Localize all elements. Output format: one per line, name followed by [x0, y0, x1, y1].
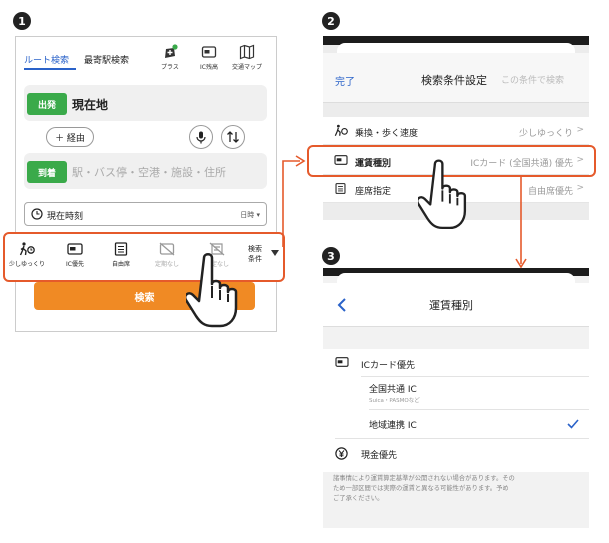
option-walk-speed-label: 少しゆっくり — [8, 261, 45, 268]
checkmark-icon — [567, 419, 579, 429]
add-via-button[interactable]: ＋ 経由 — [46, 127, 94, 147]
depart-tag: 出発 — [27, 93, 67, 115]
arrive-row[interactable]: 到着 駅・バス停・空港・施設・住所 — [24, 153, 267, 189]
fare-disclaimer: 諸事情により運賃算定基準が公開されない場合があります。その ため一部区間では実際… — [333, 475, 515, 502]
settings-row-walk-speed[interactable]: 乗換・歩く速度 少しゆっくり > — [323, 117, 589, 145]
option-walk-speed[interactable]: 少しゆっくり — [7, 242, 47, 268]
ic-card-icon — [335, 357, 349, 367]
seat-label: 座席指定 — [355, 187, 392, 197]
sheet-edge — [337, 273, 575, 283]
tab-icon-ic-balance[interactable]: IC残高 — [192, 44, 226, 71]
chevron-right-icon: > — [576, 183, 584, 193]
time-mode-dropdown[interactable]: 日時 ▾ — [240, 210, 260, 220]
tab-icon-transit-map[interactable]: 交通マップ — [230, 44, 264, 71]
tab-icon-map-label: 交通マップ — [231, 64, 262, 71]
tab-icon-plus[interactable]: プラス — [153, 44, 187, 71]
more-conditions-button[interactable]: 検索 条件 — [245, 244, 283, 272]
seat-value: 自由席優先 — [527, 187, 573, 197]
time-selector[interactable]: 現在時刻 日時 ▾ — [24, 202, 267, 226]
hand-pointer-icon — [186, 253, 238, 328]
option-unreserved-seat[interactable]: 自由席 — [101, 242, 141, 268]
chevron-right-icon: > — [576, 125, 584, 135]
top-tabs: ルート検索 最寄駅検索 プラス IC残高 交通マップ — [16, 37, 276, 73]
ic-card-icon — [67, 243, 83, 255]
voice-input-button[interactable] — [189, 125, 213, 149]
back-chevron-icon[interactable] — [337, 298, 347, 312]
arrowhead-right — [295, 155, 306, 167]
map-icon — [239, 44, 255, 60]
settings-title: 検索条件設定 — [421, 74, 487, 87]
step-badge-1: 1 — [13, 12, 31, 30]
microphone-icon — [196, 131, 206, 143]
fare-type-panel: 運賃種別 ICカード優先 全国共通 IC Suica・PASMOなど 地域連携 … — [323, 268, 589, 528]
more-conditions-label: 検索 条件 — [248, 245, 262, 263]
seat-icon — [114, 242, 128, 256]
done-button[interactable]: 完了 — [335, 73, 355, 88]
commuter-off-icon — [159, 242, 175, 256]
national-ic-label: 全国共通 IC — [369, 385, 417, 395]
ic-card-icon — [201, 46, 217, 58]
option-commuter-pass[interactable]: 定期なし — [147, 242, 187, 268]
settings-header: 完了 検索条件設定 この条件で検索 — [323, 53, 589, 103]
depart-value: 現在地 — [72, 98, 109, 112]
option-unreserved-seat-label: 自由席 — [111, 261, 130, 268]
swap-direction-button[interactable] — [221, 125, 245, 149]
walk-speed-label: 乗換・歩く速度 — [355, 129, 419, 139]
yen-icon — [335, 447, 348, 460]
time-label: 現在時刻 — [47, 212, 84, 222]
tab-route-search[interactable]: ルート検索 — [24, 53, 69, 66]
divider — [361, 376, 589, 377]
step-badge-3: 3 — [322, 247, 340, 265]
seat-icon — [335, 183, 346, 194]
caret-down-icon — [271, 250, 279, 256]
connector-arrow-1-to-2 — [282, 160, 300, 247]
tab-icon-plus-label: プラス — [161, 64, 179, 71]
walk-speed-icon — [19, 242, 35, 256]
plus-spark-icon — [165, 44, 178, 58]
active-tab-underline — [24, 68, 76, 70]
fare-type-title: 運賃種別 — [429, 299, 473, 312]
fare-type-options: ICカード優先 全国共通 IC Suica・PASMOなど 地域連携 IC 現金… — [323, 349, 589, 472]
regional-ic-label: 地域連携 IC — [369, 421, 417, 431]
hand-pointer-icon — [418, 159, 467, 230]
cash-priority-label: 現金優先 — [361, 451, 398, 461]
national-ic-sub: Suica・PASMOなど — [369, 398, 420, 404]
arrowhead-down — [515, 258, 527, 269]
divider — [369, 409, 589, 410]
option-commuter-pass-label: 定期なし — [154, 261, 179, 268]
clock-icon — [31, 208, 43, 220]
fare-type-header: 運賃種別 — [323, 283, 589, 327]
tab-icon-ic-label: IC残高 — [200, 64, 218, 71]
option-ic-priority[interactable]: IC優先 — [55, 242, 95, 268]
step-badge-2: 2 — [322, 12, 340, 30]
divider — [335, 438, 589, 439]
option-ic-priority-label: IC優先 — [66, 261, 84, 268]
swap-arrows-icon — [227, 131, 239, 143]
option-cash-priority[interactable]: 現金優先 — [323, 441, 589, 469]
option-national-ic[interactable]: 全国共通 IC Suica・PASMOなど — [369, 378, 589, 408]
arrive-tag: 到着 — [27, 161, 67, 183]
sheet-edge — [337, 43, 575, 53]
walk-speed-value: 少しゆっくり — [518, 129, 573, 139]
option-regional-ic[interactable]: 地域連携 IC — [369, 411, 589, 435]
tab-nearest-station[interactable]: 最寄駅検索 — [84, 53, 129, 66]
search-with-conditions-button[interactable]: この条件で検索 — [501, 73, 564, 86]
ic-priority-section: ICカード優先 — [361, 361, 415, 371]
arrive-placeholder: 駅・バス停・空港・施設・住所 — [72, 166, 226, 179]
walk-speed-icon — [334, 124, 348, 136]
depart-row[interactable]: 出発 現在地 — [24, 85, 267, 121]
